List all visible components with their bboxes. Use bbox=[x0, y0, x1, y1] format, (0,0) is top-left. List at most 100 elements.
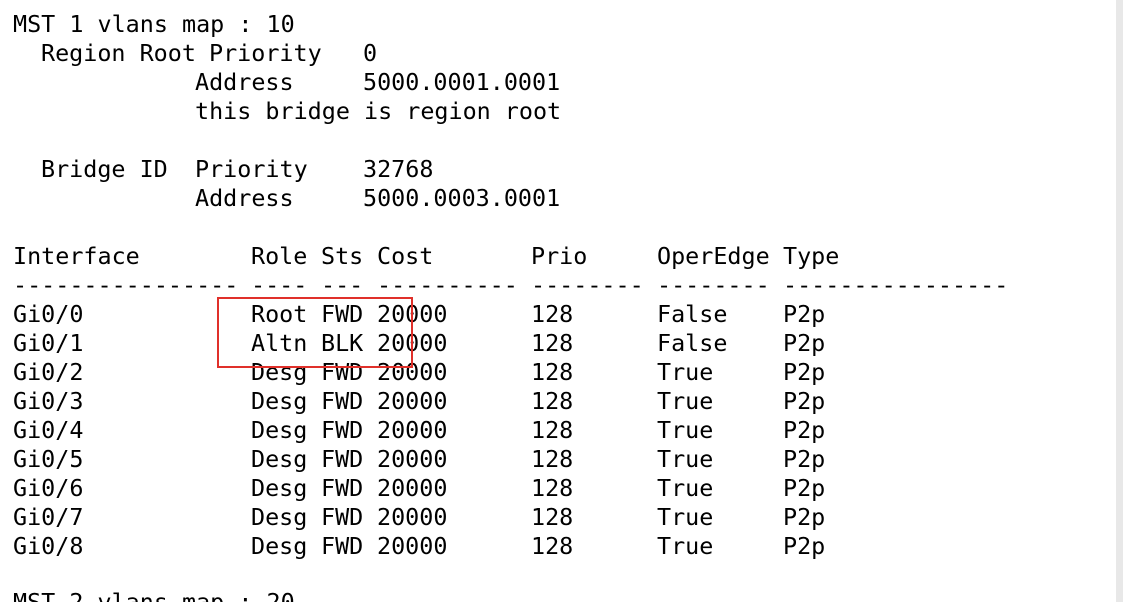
mst2-header: MST 2 vlans map : 20 bbox=[13, 588, 295, 602]
cell-interface: Gi0/4 bbox=[13, 416, 84, 444]
cell-cost: 20000 bbox=[377, 532, 448, 560]
region-root-address-label: Address bbox=[195, 68, 294, 96]
cell-sts: FWD bbox=[321, 532, 364, 560]
region-root-priority-value: 0 bbox=[363, 39, 378, 67]
header-cost: Cost bbox=[377, 242, 434, 270]
cell-operedge: True bbox=[657, 532, 714, 560]
cell-prio: 128 bbox=[531, 532, 574, 560]
header-type: Type bbox=[783, 242, 840, 270]
cell-role: Desg bbox=[251, 532, 308, 560]
separator-prio: -------- bbox=[531, 271, 644, 299]
cell-sts: FWD bbox=[321, 503, 364, 531]
cell-prio: 128 bbox=[531, 474, 574, 502]
cell-cost: 20000 bbox=[377, 503, 448, 531]
cell-interface: Gi0/1 bbox=[13, 329, 84, 357]
cell-operedge: True bbox=[657, 358, 714, 386]
cell-prio: 128 bbox=[531, 416, 574, 444]
cell-role: Desg bbox=[251, 387, 308, 415]
region-root-label: Region Root bbox=[41, 39, 196, 67]
separator-sts: --- bbox=[321, 271, 364, 299]
mst2-header-line: MST 2 vlans map : 20 bbox=[0, 588, 1116, 602]
cell-operedge: True bbox=[657, 387, 714, 415]
cell-type: P2p bbox=[783, 358, 826, 386]
cell-prio: 128 bbox=[531, 503, 574, 531]
separator-cost: ---------- bbox=[377, 271, 518, 299]
separator-interface: ---------------- bbox=[13, 271, 239, 299]
region-root-address-line: Address 5000.0001.0001 bbox=[0, 68, 1116, 97]
cell-prio: 128 bbox=[531, 300, 574, 328]
cell-interface: Gi0/5 bbox=[13, 445, 84, 473]
table-row: Gi0/2 Desg FWD 20000 128 True P2p bbox=[0, 358, 1116, 387]
table-row: Gi0/4 Desg FWD 20000 128 True P2p bbox=[0, 416, 1116, 445]
cell-cost: 20000 bbox=[377, 474, 448, 502]
cell-cost: 20000 bbox=[377, 329, 448, 357]
cell-type: P2p bbox=[783, 387, 826, 415]
cell-role: Root bbox=[251, 300, 308, 328]
cell-cost: 20000 bbox=[377, 416, 448, 444]
separator-operedge: -------- bbox=[657, 271, 770, 299]
cell-sts: FWD bbox=[321, 474, 364, 502]
region-root-priority-line: Region Root Priority 0 bbox=[0, 39, 1116, 68]
header-prio: Prio bbox=[531, 242, 588, 270]
cell-sts: FWD bbox=[321, 387, 364, 415]
region-root-priority-label: Priority bbox=[209, 39, 322, 67]
cell-sts: BLK bbox=[321, 329, 364, 357]
cell-type: P2p bbox=[783, 532, 826, 560]
mst1-header: MST 1 vlans map : 10 bbox=[13, 10, 295, 38]
cell-type: P2p bbox=[783, 329, 826, 357]
bridge-id-address-line: Address 5000.0003.0001 bbox=[0, 184, 1116, 213]
cell-operedge: True bbox=[657, 445, 714, 473]
cell-prio: 128 bbox=[531, 329, 574, 357]
header-interface: Interface bbox=[13, 242, 140, 270]
bridge-id-label: Bridge ID bbox=[41, 155, 168, 183]
cell-prio: 128 bbox=[531, 445, 574, 473]
region-root-address-value: 5000.0001.0001 bbox=[363, 68, 561, 96]
cell-operedge: False bbox=[657, 329, 728, 357]
cell-sts: FWD bbox=[321, 300, 364, 328]
cell-role: Desg bbox=[251, 503, 308, 531]
cell-operedge: True bbox=[657, 474, 714, 502]
terminal-output[interactable]: MST 1 vlans map : 10 Region Root Priorit… bbox=[0, 0, 1116, 602]
cell-sts: FWD bbox=[321, 416, 364, 444]
region-root-note: this bridge is region root bbox=[195, 97, 562, 125]
cell-sts: FWD bbox=[321, 358, 364, 386]
table-row: Gi0/8 Desg FWD 20000 128 True P2p bbox=[0, 532, 1116, 561]
bridge-id-priority-label: Priority bbox=[195, 155, 308, 183]
cell-cost: 20000 bbox=[377, 445, 448, 473]
separator-role: ---- bbox=[251, 271, 308, 299]
separator-type: ---------------- bbox=[783, 271, 1009, 299]
cell-prio: 128 bbox=[531, 358, 574, 386]
cell-type: P2p bbox=[783, 474, 826, 502]
table-row: Gi0/3 Desg FWD 20000 128 True P2p bbox=[0, 387, 1116, 416]
cell-interface: Gi0/8 bbox=[13, 532, 84, 560]
table-row: Gi0/5 Desg FWD 20000 128 True P2p bbox=[0, 445, 1116, 474]
table-header-row: Interface Role Sts Cost Prio OperEdge Ty… bbox=[0, 242, 1116, 271]
table-row: Gi0/6 Desg FWD 20000 128 True P2p bbox=[0, 474, 1116, 503]
cell-interface: Gi0/7 bbox=[13, 503, 84, 531]
cell-interface: Gi0/0 bbox=[13, 300, 84, 328]
cell-operedge: True bbox=[657, 416, 714, 444]
table-row: Gi0/1 Altn BLK 20000 128 False P2p bbox=[0, 329, 1116, 358]
window-scrollbar[interactable] bbox=[1116, 0, 1123, 602]
cell-interface: Gi0/6 bbox=[13, 474, 84, 502]
bridge-id-priority-line: Bridge ID Priority 32768 bbox=[0, 155, 1116, 184]
bridge-id-priority-value: 32768 bbox=[363, 155, 434, 183]
cell-cost: 20000 bbox=[377, 300, 448, 328]
header-sts: Sts bbox=[321, 242, 364, 270]
cell-cost: 20000 bbox=[377, 387, 448, 415]
bridge-id-address-value: 5000.0003.0001 bbox=[363, 184, 561, 212]
header-role: Role bbox=[251, 242, 308, 270]
cell-role: Desg bbox=[251, 474, 308, 502]
cell-role: Desg bbox=[251, 416, 308, 444]
table-separator-row: ---------------- ---- --- ---------- ---… bbox=[0, 271, 1116, 300]
cell-prio: 128 bbox=[531, 387, 574, 415]
cell-type: P2p bbox=[783, 445, 826, 473]
cell-role: Altn bbox=[251, 329, 308, 357]
cell-operedge: False bbox=[657, 300, 728, 328]
cell-role: Desg bbox=[251, 358, 308, 386]
cell-sts: FWD bbox=[321, 445, 364, 473]
cell-cost: 20000 bbox=[377, 358, 448, 386]
table-row: Gi0/7 Desg FWD 20000 128 True P2p bbox=[0, 503, 1116, 532]
cell-interface: Gi0/3 bbox=[13, 387, 84, 415]
cell-type: P2p bbox=[783, 503, 826, 531]
